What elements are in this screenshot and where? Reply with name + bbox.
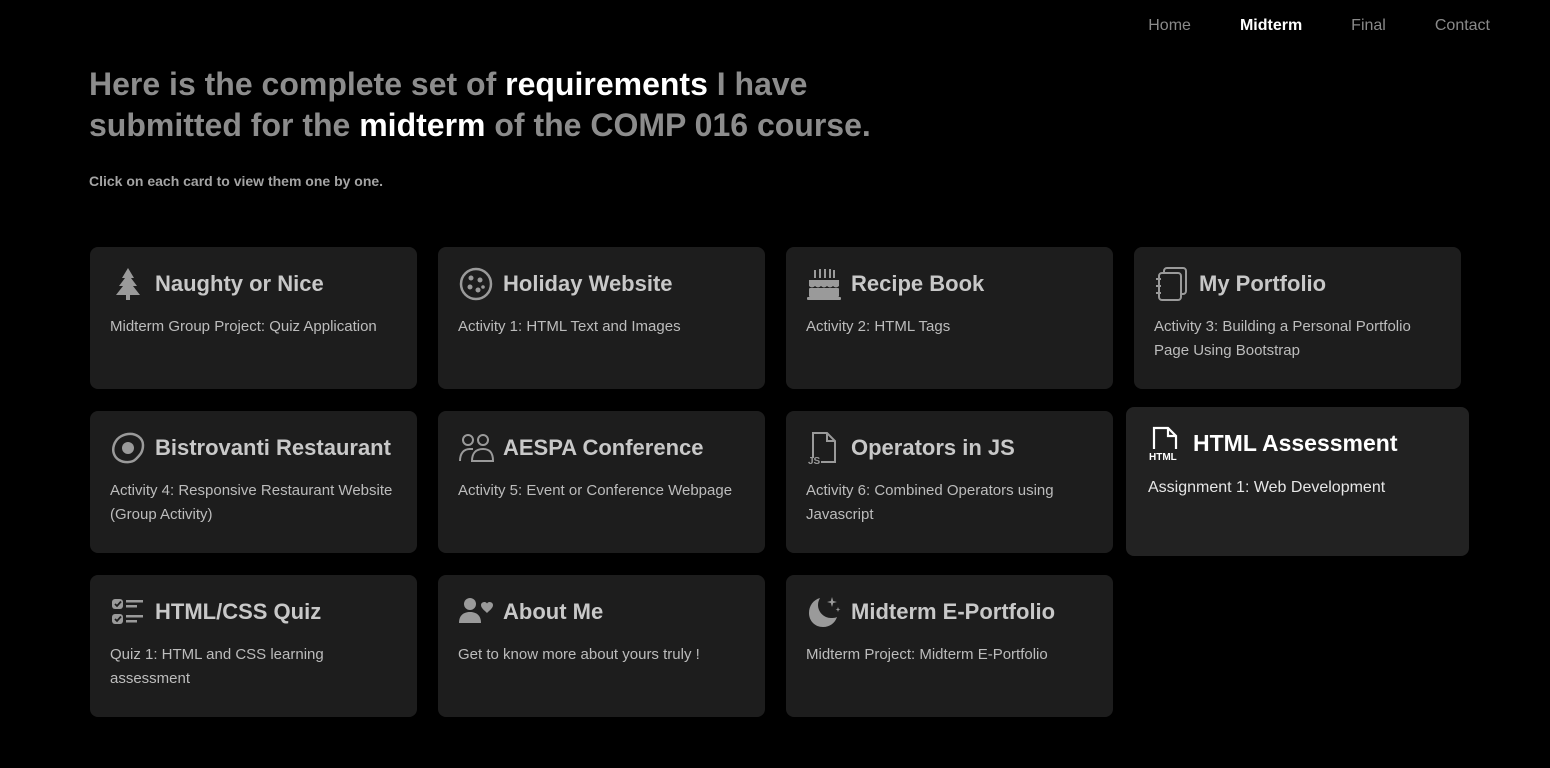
card-title: HTML Assessment xyxy=(1193,429,1398,456)
cookie-icon xyxy=(458,267,494,301)
card-naughty-or-nice[interactable]: Naughty or Nice Midterm Group Project: Q… xyxy=(90,247,417,389)
svg-text:JS: JS xyxy=(808,456,821,466)
card-title: HTML/CSS Quiz xyxy=(155,599,322,624)
card-title: Recipe Book xyxy=(851,271,985,296)
card-description: Activity 4: Responsive Restaurant Websit… xyxy=(110,482,393,523)
card-description: Get to know more about yours truly ! xyxy=(458,646,700,663)
title-text-1: Here is the complete set of xyxy=(89,66,506,102)
card-description: Midterm Project: Midterm E-Portfolio xyxy=(806,646,1048,663)
nav-contact[interactable]: Contact xyxy=(1435,17,1490,35)
card-title: About Me xyxy=(503,599,604,624)
svg-text:HTML: HTML xyxy=(1149,452,1177,461)
card-recipe-book[interactable]: Recipe Book Activity 2: HTML Tags xyxy=(786,247,1113,389)
card-description: Quiz 1: HTML and CSS learning assessment xyxy=(110,646,324,687)
card-description: Activity 3: Building a Personal Portfoli… xyxy=(1154,318,1411,359)
nav-home[interactable]: Home xyxy=(1148,17,1191,35)
cake-icon xyxy=(806,267,842,301)
checklist-icon xyxy=(110,595,146,629)
card-midterm-e-portfolio[interactable]: Midterm E-Portfolio Midterm Project: Mid… xyxy=(786,575,1113,717)
moon-stars-icon xyxy=(806,595,842,629)
tree-icon xyxy=(110,267,146,301)
card-bistrovanti-restaurant[interactable]: Bistrovanti Restaurant Activity 4: Respo… xyxy=(90,411,417,553)
card-description: Activity 1: HTML Text and Images xyxy=(458,318,681,335)
card-description: Midterm Group Project: Quiz Application xyxy=(110,318,377,335)
card-title: Holiday Website xyxy=(503,271,673,296)
card-title: Bistrovanti Restaurant xyxy=(155,435,391,460)
card-description: Activity 2: HTML Tags xyxy=(806,318,951,335)
card-title: Naughty or Nice xyxy=(155,271,324,296)
person-heart-icon xyxy=(458,595,494,629)
file-js-icon: JS xyxy=(806,431,842,466)
card-html-assessment[interactable]: HTML HTML Assessment Assignment 1: Web D… xyxy=(1126,407,1469,556)
card-description: Assignment 1: Web Development xyxy=(1148,479,1386,496)
title-text-3: of the COMP 016 course. xyxy=(485,107,871,143)
card-description: Activity 5: Event or Conference Webpage xyxy=(458,482,733,499)
title-highlight-midterm: midterm xyxy=(359,107,486,143)
page-subtitle: Click on each card to view them one by o… xyxy=(89,173,384,189)
card-my-portfolio[interactable]: My Portfolio Activity 3: Building a Pers… xyxy=(1134,247,1461,389)
card-title: My Portfolio xyxy=(1199,271,1327,296)
nav-midterm[interactable]: Midterm xyxy=(1240,17,1302,35)
title-highlight-requirements: requirements xyxy=(505,66,708,102)
page: Home Midterm Final Contact Here is the c… xyxy=(0,0,1550,768)
journal-icon xyxy=(1154,267,1190,301)
card-title: Midterm E-Portfolio xyxy=(851,599,1056,624)
card-holiday-website[interactable]: Holiday Website Activity 1: HTML Text an… xyxy=(438,247,765,389)
card-description: Activity 6: Combined Operators using Jav… xyxy=(806,482,1054,523)
card-title: AESPA Conference xyxy=(503,435,704,460)
page-title: Here is the complete set of requirements… xyxy=(89,64,949,146)
card-about-me[interactable]: About Me Get to know more about yours tr… xyxy=(438,575,765,717)
nav-final[interactable]: Final xyxy=(1351,17,1386,35)
card-operators-in-js[interactable]: JS Operators in JS Activity 6: Combined … xyxy=(786,411,1113,553)
top-nav: Home Midterm Final Contact xyxy=(1099,17,1490,35)
file-html-icon: HTML xyxy=(1148,426,1184,461)
egg-icon xyxy=(110,431,146,465)
card-title: Operators in JS xyxy=(851,435,1015,460)
card-aespa-conference[interactable]: AESPA Conference Activity 5: Event or Co… xyxy=(438,411,765,553)
people-icon xyxy=(458,431,494,465)
card-html-css-quiz[interactable]: HTML/CSS Quiz Quiz 1: HTML and CSS learn… xyxy=(90,575,417,717)
